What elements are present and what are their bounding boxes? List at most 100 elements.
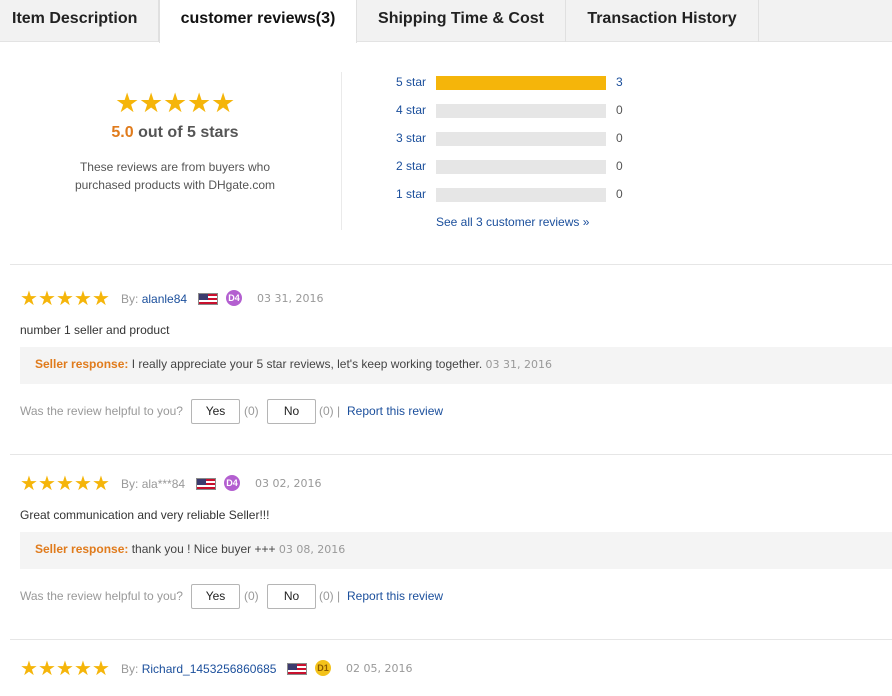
histogram-row-2[interactable]: 2 star 0 xyxy=(380,158,660,186)
helpful-vote: Was the review helpful to you? Yes (0) N… xyxy=(20,399,892,425)
buyer-level-badge-icon: D4 xyxy=(226,290,242,306)
report-review-link[interactable]: Report this review xyxy=(347,589,443,603)
review-author: By: Richard_1453256860685 xyxy=(121,662,276,676)
histogram-bar xyxy=(436,188,606,202)
star-icon: ★ xyxy=(38,473,56,495)
histogram-label[interactable]: 4 star xyxy=(380,103,426,117)
seller-response: Seller response: thank you ! Nice buyer … xyxy=(20,532,892,569)
helpful-no-button[interactable]: No xyxy=(267,584,316,609)
star-icon: ★ xyxy=(92,658,110,680)
review-date: 03 31, 2016 xyxy=(257,292,324,305)
histogram-label[interactable]: 2 star xyxy=(380,159,426,173)
review-header: ★★★★★ By: Richard_1453256860685 D1 02 05… xyxy=(20,659,892,683)
seller-response-date: 03 08, 2016 xyxy=(278,543,346,556)
histogram-bar xyxy=(436,132,606,146)
histogram-row-1[interactable]: 1 star 0 xyxy=(380,186,660,214)
star-icon: ★ xyxy=(139,88,164,118)
review-stars: ★★★★★ xyxy=(20,474,110,494)
star-icon: ★ xyxy=(163,88,188,118)
star-icon: ★ xyxy=(20,288,38,310)
helpful-no-button[interactable]: No xyxy=(267,399,316,424)
reviewer-name[interactable]: alanle84 xyxy=(142,292,187,306)
overall-stars: ★★★★★ xyxy=(40,88,310,118)
review-item: ★★★★★ By: ala***84 D4 03 02, 2016 Great … xyxy=(20,474,892,610)
reviewer-name[interactable]: Richard_1453256860685 xyxy=(142,662,277,676)
summary-note-line: purchased products with DHgate.com xyxy=(74,178,276,192)
histogram-bar xyxy=(436,104,606,118)
histogram-count: 0 xyxy=(616,159,623,173)
tab-shipping-time-cost[interactable]: Shipping Time & Cost xyxy=(357,0,566,42)
helpful-question: Was the review helpful to you? xyxy=(20,404,183,418)
buyer-level-badge-icon: D4 xyxy=(224,475,240,491)
helpful-vote: Was the review helpful to you? Yes (0) N… xyxy=(20,584,892,610)
histogram-row-5[interactable]: 5 star 3 xyxy=(380,74,660,102)
star-icon: ★ xyxy=(74,288,92,310)
star-icon: ★ xyxy=(115,88,140,118)
review-author: By: alanle84 xyxy=(121,292,187,306)
histogram-count: 3 xyxy=(616,75,623,89)
histogram-bar xyxy=(436,76,606,90)
score-value: 5.0 xyxy=(111,124,134,141)
star-icon: ★ xyxy=(20,658,38,680)
yes-count: (0) xyxy=(244,404,259,418)
by-label: By: xyxy=(121,662,139,676)
histogram-count: 0 xyxy=(616,103,623,117)
histogram-bar xyxy=(436,160,606,174)
by-label: By: xyxy=(121,292,139,306)
star-icon: ★ xyxy=(74,658,92,680)
tab-customer-reviews[interactable]: customer reviews(3) xyxy=(159,0,357,43)
rating-histogram: 5 star 3 4 star 0 3 star 0 2 star 0 1 st… xyxy=(380,74,660,214)
helpful-yes-button[interactable]: Yes xyxy=(191,399,240,424)
star-icon: ★ xyxy=(92,473,110,495)
star-icon: ★ xyxy=(56,473,74,495)
helpful-question: Was the review helpful to you? xyxy=(20,589,183,603)
star-icon: ★ xyxy=(74,473,92,495)
seller-response-date: 03 31, 2016 xyxy=(485,358,553,371)
seller-response-label: Seller response: xyxy=(35,542,129,556)
review-header: ★★★★★ By: alanle84 D4 03 31, 2016 xyxy=(20,289,892,313)
tab-bar: Item Description customer reviews(3) Shi… xyxy=(0,0,892,43)
see-all-reviews-link[interactable]: See all 3 customer reviews » xyxy=(436,215,589,229)
helpful-yes-button[interactable]: Yes xyxy=(191,584,240,609)
us-flag-icon xyxy=(196,478,216,490)
histogram-fill xyxy=(436,76,606,90)
histogram-row-4[interactable]: 4 star 0 xyxy=(380,102,660,130)
review-item: ★★★★★ By: Richard_1453256860685 D1 02 05… xyxy=(20,659,892,683)
review-header: ★★★★★ By: ala***84 D4 03 02, 2016 xyxy=(20,474,892,498)
star-icon: ★ xyxy=(92,288,110,310)
histogram-label[interactable]: 5 star xyxy=(380,75,426,89)
review-date: 03 02, 2016 xyxy=(255,477,322,490)
us-flag-icon xyxy=(287,663,307,675)
star-icon: ★ xyxy=(56,288,74,310)
star-icon: ★ xyxy=(38,658,56,680)
star-icon: ★ xyxy=(56,658,74,680)
seller-response-text: thank you ! Nice buyer +++ xyxy=(131,542,276,556)
review-text: Great communication and very reliable Se… xyxy=(20,508,270,522)
star-icon: ★ xyxy=(20,473,38,495)
star-icon: ★ xyxy=(38,288,56,310)
review-date: 02 05, 2016 xyxy=(346,662,413,675)
review-stars: ★★★★★ xyxy=(20,289,110,309)
seller-response: Seller response: I really appreciate you… xyxy=(20,347,892,384)
review-stars: ★★★★★ xyxy=(20,659,110,679)
review-divider xyxy=(10,454,892,455)
histogram-count: 0 xyxy=(616,131,623,145)
review-author: By: ala***84 xyxy=(121,477,185,491)
histogram-label[interactable]: 1 star xyxy=(380,187,426,201)
histogram-count: 0 xyxy=(616,187,623,201)
report-review-link[interactable]: Report this review xyxy=(347,404,443,418)
tab-transaction-history[interactable]: Transaction History xyxy=(566,0,759,42)
histogram-row-3[interactable]: 3 star 0 xyxy=(380,130,660,158)
no-count: (0) | xyxy=(319,404,341,418)
tab-item-description[interactable]: Item Description xyxy=(0,0,159,42)
seller-response-text: I really appreciate your 5 star reviews,… xyxy=(131,357,483,371)
by-label: By: xyxy=(121,477,139,491)
overall-score: 5.0 out of 5 stars xyxy=(40,124,310,142)
histogram-label[interactable]: 3 star xyxy=(380,131,426,145)
reviewer-name: ala***84 xyxy=(141,477,186,491)
review-divider xyxy=(10,639,892,640)
seller-response-label: Seller response: xyxy=(35,357,129,371)
score-suffix: out of 5 stars xyxy=(138,124,239,141)
divider xyxy=(341,72,342,230)
no-count: (0) | xyxy=(319,589,341,603)
